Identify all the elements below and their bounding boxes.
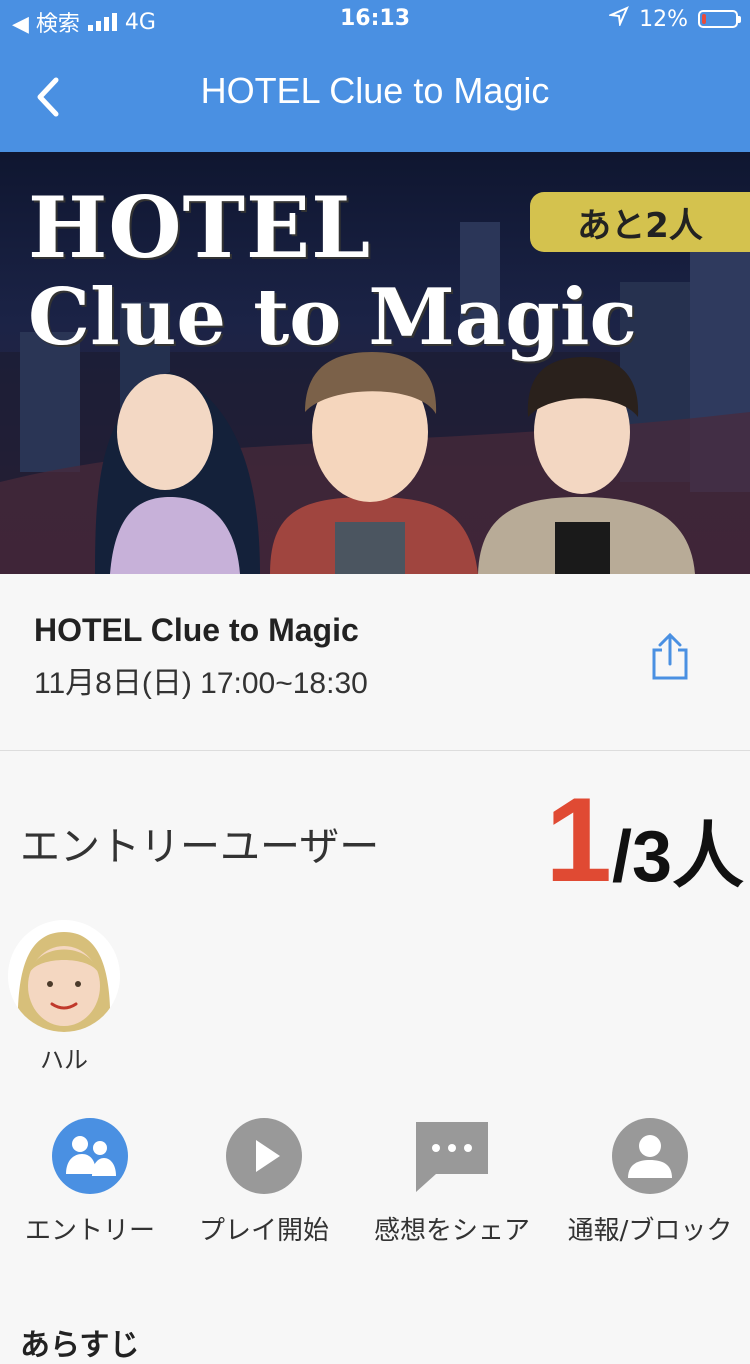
person-icon xyxy=(612,1118,688,1194)
synopsis-heading: あらすじ xyxy=(20,1328,140,1363)
hero-title-line1: HOTEL xyxy=(28,178,372,277)
location-icon xyxy=(607,6,630,32)
entry-max-count: /3人 xyxy=(611,817,744,897)
play-icon xyxy=(226,1118,302,1194)
entry-button-label: エントリー xyxy=(24,1216,155,1246)
entry-users-label: エントリーユーザー xyxy=(20,824,380,870)
action-bar: エントリー プレイ開始 感想をシェア 通報/ブロック xyxy=(0,1118,750,1248)
nav-bar: HOTEL Clue to Magic xyxy=(0,40,750,152)
share-button[interactable] xyxy=(648,632,692,682)
hero-title-line2: Clue to Magic xyxy=(28,272,637,363)
avatar[interactable] xyxy=(8,920,120,1032)
chat-icon xyxy=(416,1122,488,1192)
entry-section: エントリーユーザー 1 /3人 xyxy=(0,750,750,920)
battery-percent: 12% xyxy=(639,6,688,32)
share-impression-label: 感想をシェア xyxy=(373,1216,530,1246)
event-info: HOTEL Clue to Magic 11月8日(日) 17:00~18:30 xyxy=(0,574,750,751)
battery-icon xyxy=(698,10,741,28)
share-icon xyxy=(652,632,688,680)
share-impression-button[interactable]: 感想をシェア xyxy=(362,1118,542,1247)
group-icon xyxy=(52,1118,128,1194)
event-name: HOTEL Clue to Magic xyxy=(34,612,359,648)
entry-button[interactable]: エントリー xyxy=(0,1118,180,1247)
event-datetime: 11月8日(日) 17:00~18:30 xyxy=(34,667,368,700)
hero-banner: HOTEL Clue to Magic あと2人 xyxy=(0,152,750,574)
report-block-label: 通報/ブロック xyxy=(567,1216,733,1246)
page-title: HOTEL Clue to Magic xyxy=(200,70,550,111)
entry-current-count: 1 xyxy=(545,773,612,907)
user-avatar-illustration xyxy=(8,920,120,1032)
report-block-button[interactable]: 通報/ブロック xyxy=(560,1118,740,1247)
play-start-label: プレイ開始 xyxy=(198,1216,329,1246)
play-start-button[interactable]: プレイ開始 xyxy=(174,1118,354,1247)
user-name: ハル xyxy=(40,1046,88,1074)
remaining-badge: あと2人 xyxy=(530,192,750,252)
status-bar: ◀ 検索 4G 16:13 12% xyxy=(0,0,750,40)
user-item[interactable]: ハル xyxy=(8,920,120,1075)
entry-count: 1 /3人 xyxy=(545,780,744,900)
